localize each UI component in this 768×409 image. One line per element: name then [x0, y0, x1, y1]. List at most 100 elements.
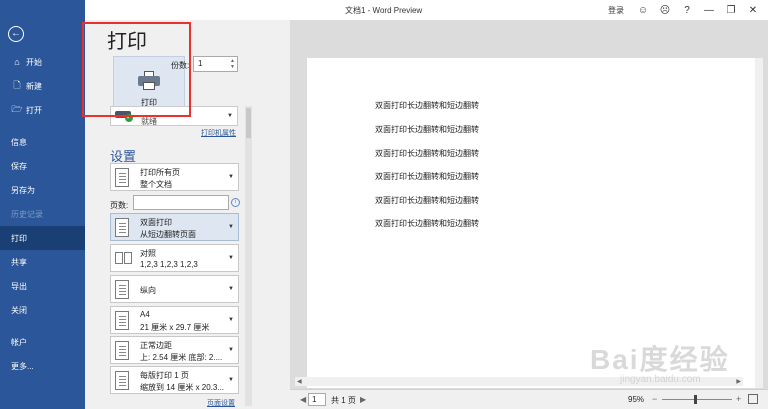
login-link[interactable]: 登录: [608, 5, 624, 16]
margins-icon: [115, 341, 129, 360]
preview-text-line: 双面打印长边翻转和短边翻转: [375, 172, 479, 181]
dropdown-arrow-icon: ▼: [227, 113, 233, 119]
spin-arrows-icon[interactable]: ▲ ▼: [230, 58, 235, 70]
dropdown-arrow-icon: ▼: [228, 174, 234, 180]
sidebar-item-close[interactable]: 关闭: [0, 298, 85, 322]
collate-select[interactable]: 对照 1,2,3 1,2,3 1,2,3 ▼: [110, 244, 239, 272]
option-label: 打印所有页: [140, 168, 180, 177]
zoom-slider[interactable]: [662, 399, 732, 400]
scroll-left-icon[interactable]: ◀: [297, 378, 302, 385]
paper-size-select[interactable]: A4 21 厘米 x 29.7 厘米 ▼: [110, 306, 239, 334]
margins-select[interactable]: 正常边距 上: 2.54 厘米 底部: 2.... ▼: [110, 336, 239, 364]
folder-open-icon: 🗁: [11, 104, 23, 114]
smile-feedback-icon[interactable]: ☺: [632, 2, 654, 18]
preview-text-line: 双面打印长边翻转和短边翻转: [375, 125, 479, 134]
option-sublabel: 从短边翻转页面: [140, 230, 196, 239]
page-count: 共 1 页: [331, 396, 356, 405]
sidebar-item-label: 开始: [26, 57, 42, 67]
home-icon: ⌂: [14, 57, 20, 67]
duplex-page-icon: [115, 218, 129, 237]
dropdown-arrow-icon: ▼: [228, 377, 234, 383]
document-pages-icon: [115, 168, 129, 187]
printer-status: 就绪: [141, 117, 157, 126]
next-page-icon[interactable]: ▶: [360, 395, 366, 404]
frown-feedback-icon[interactable]: ☹: [654, 2, 676, 18]
watermark-url: jingyan.baidu.com: [620, 374, 701, 385]
sidebar-item-open[interactable]: 🗁 打开: [0, 98, 85, 122]
preview-text-line: 双面打印长边翻转和短边翻转: [375, 196, 479, 205]
scrollbar-thumb[interactable]: [246, 108, 251, 138]
portrait-icon: [115, 280, 129, 299]
minimize-button[interactable]: —: [698, 2, 720, 18]
backstage-nav: ⌂ 开始 🗋 新建 🗁 打开 信息 保存 另存为 历史记录 打印 共享 导出 关…: [0, 50, 85, 378]
sidebar-item-history: 历史记录: [11, 209, 43, 219]
backstage-sidebar: ← ⌂ 开始 🗋 新建 🗁 打开 信息 保存 另存为 历史记录 打印 共享 导出…: [0, 0, 85, 409]
pages-field[interactable]: [133, 195, 229, 210]
dropdown-arrow-icon: ▼: [228, 317, 234, 323]
nav-separator: [0, 122, 85, 130]
sidebar-item-label: 打开: [26, 105, 42, 115]
collate-icon: [115, 252, 135, 266]
duplex-select[interactable]: 双面打印 从短边翻转页面 ▼: [110, 213, 239, 241]
option-sublabel: 整个文档: [140, 180, 172, 189]
sidebar-item-save[interactable]: 保存: [0, 154, 85, 178]
sidebar-item-account[interactable]: 帐户: [0, 330, 85, 354]
zoom-in-icon[interactable]: +: [736, 394, 741, 404]
sidebar-item-more[interactable]: 更多...: [0, 354, 85, 378]
close-button[interactable]: ✕: [742, 2, 764, 18]
zoom-slider-handle[interactable]: [694, 395, 697, 404]
dropdown-arrow-icon: ▼: [228, 255, 234, 261]
option-sublabel: 上: 2.54 厘米 底部: 2....: [140, 353, 223, 362]
preview-text-line: 双面打印长边翻转和短边翻转: [375, 101, 479, 110]
settings-scrollbar[interactable]: [245, 106, 252, 406]
title-bar: 文档1 - Word Preview 登录 ☺ ☹ ? — ❐ ✕: [85, 0, 768, 20]
info-icon[interactable]: i: [231, 198, 240, 207]
zoom-out-icon[interactable]: −: [652, 394, 657, 404]
pages-label: 页数:: [110, 201, 129, 210]
printer-properties-link[interactable]: 打印机属性: [201, 128, 236, 138]
highlight-box: [82, 22, 191, 117]
dropdown-arrow-icon: ▼: [228, 286, 234, 292]
watermark-logo: Bai度经验: [590, 344, 730, 375]
orientation-select[interactable]: 纵向 ▼: [110, 275, 239, 303]
paper-size-icon: [115, 311, 129, 330]
option-label: 对照: [140, 249, 156, 258]
option-label: 纵向: [140, 286, 156, 295]
copies-stepper[interactable]: 1 ▲ ▼: [193, 56, 238, 72]
pages-per-sheet-icon: [115, 371, 129, 390]
sidebar-item-print[interactable]: 打印: [0, 226, 85, 250]
preview-text-line: 双面打印长边翻转和短边翻转: [375, 219, 479, 228]
sidebar-item-label: 新建: [26, 81, 42, 91]
page-setup-link[interactable]: 页面设置: [207, 398, 235, 408]
sidebar-item-share[interactable]: 共享: [0, 250, 85, 274]
option-sublabel: 21 厘米 x 29.7 厘米: [140, 323, 210, 332]
option-label: 双面打印: [140, 218, 172, 227]
option-label: A4: [140, 310, 150, 319]
sidebar-item-save-as[interactable]: 另存为: [0, 178, 85, 202]
option-label: 正常边距: [140, 341, 172, 350]
status-bar: ◀ 1 共 1 页 ▶ 95% − +: [290, 389, 768, 409]
dropdown-arrow-icon: ▼: [228, 347, 234, 353]
nav-separator: [0, 322, 85, 330]
print-range-select[interactable]: 打印所有页 整个文档 ▼: [110, 163, 239, 191]
fit-page-icon[interactable]: [748, 394, 758, 404]
window-title: 文档1 - Word Preview: [345, 6, 423, 15]
restore-button[interactable]: ❐: [720, 2, 742, 18]
help-button[interactable]: ?: [676, 2, 698, 18]
option-sublabel: 1,2,3 1,2,3 1,2,3: [140, 260, 198, 269]
option-sublabel: 缩放到 14 厘米 x 20.3...: [140, 383, 225, 392]
preview-text-line: 双面打印长边翻转和短边翻转: [375, 149, 479, 158]
sidebar-item-home[interactable]: ⌂ 开始: [0, 50, 85, 74]
previous-page-icon[interactable]: ◀: [300, 395, 306, 404]
pages-per-sheet-select[interactable]: 每版打印 1 页 缩放到 14 厘米 x 20.3... ▼: [110, 366, 239, 394]
back-arrow-icon[interactable]: ←: [8, 26, 24, 42]
dropdown-arrow-icon: ▼: [228, 224, 234, 230]
option-label: 每版打印 1 页: [140, 371, 189, 380]
sidebar-item-info[interactable]: 信息: [0, 130, 85, 154]
sidebar-item-new[interactable]: 🗋 新建: [0, 74, 85, 98]
new-document-icon: 🗋: [13, 80, 21, 90]
copies-value: 1: [198, 59, 203, 68]
zoom-level: 95%: [628, 395, 645, 404]
page-number-input[interactable]: 1: [308, 393, 326, 406]
sidebar-item-export[interactable]: 导出: [0, 274, 85, 298]
